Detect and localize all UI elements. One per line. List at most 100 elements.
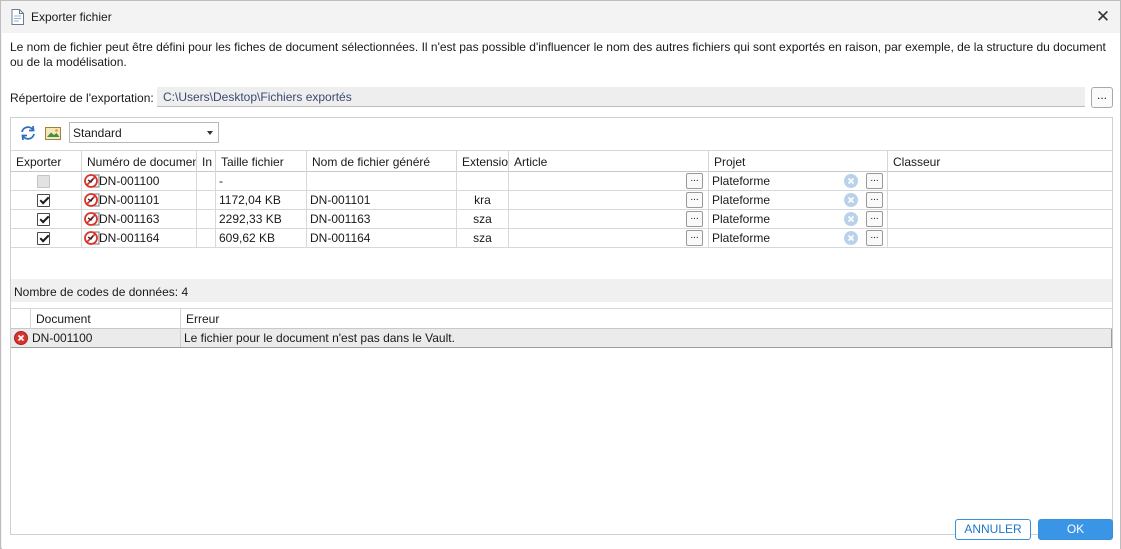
taille-cell: 609,62 KB (216, 229, 307, 247)
col-header-document[interactable]: Document (31, 309, 181, 329)
col-header-classeur[interactable]: Classeur (888, 151, 1112, 172)
classeur-cell[interactable] (888, 229, 1112, 247)
table-row[interactable]: DN-001164 609,62 KB DN-001164 sza ... Pl… (11, 229, 1112, 248)
article-cell[interactable]: ... (509, 172, 709, 190)
table-row[interactable]: DN-001163 2292,33 KB DN-001163 sza ... P… (11, 210, 1112, 229)
numero-text: DN-001164 (99, 231, 160, 245)
in-cell (197, 229, 216, 247)
col-header-article[interactable]: Article (509, 151, 709, 172)
ext-cell: sza (457, 229, 509, 247)
exporter-checkbox[interactable] (37, 175, 50, 188)
projet-browse-button[interactable]: ... (866, 192, 883, 208)
article-cell[interactable]: ... (509, 229, 709, 247)
projet-text: Plateforme (712, 174, 771, 188)
projet-cell[interactable]: Plateforme ... (709, 229, 888, 247)
blocked-document-icon (84, 231, 100, 245)
export-dir-field[interactable]: C:\Users\Desktop\Fichiers exportés (157, 87, 1085, 107)
clear-icon[interactable] (844, 174, 858, 188)
title-bar: Exporter fichier ✕ (1, 1, 1120, 33)
nom-cell[interactable]: DN-001101 (307, 191, 457, 209)
classeur-cell[interactable] (888, 191, 1112, 209)
cancel-button[interactable]: ANNULER (955, 519, 1031, 540)
error-icon (14, 331, 28, 345)
projet-text: Plateforme (712, 212, 771, 226)
col-header-status (11, 309, 31, 329)
error-row[interactable]: DN-001100 Le fichier pour le document n'… (11, 329, 1112, 348)
article-browse-button[interactable]: ... (686, 230, 703, 246)
taille-cell: 2292,33 KB (216, 210, 307, 228)
exporter-cell (11, 210, 82, 228)
numero-text: DN-001100 (99, 174, 160, 188)
ext-cell: sza (457, 210, 509, 228)
clear-icon[interactable] (844, 212, 858, 226)
numero-cell: DN-001163 (82, 210, 197, 228)
projet-cell[interactable]: Plateforme ... (709, 191, 888, 209)
image-view-icon[interactable] (44, 124, 62, 142)
exporter-checkbox[interactable] (37, 194, 50, 207)
nom-cell[interactable] (307, 172, 457, 190)
projet-browse-button[interactable]: ... (866, 230, 883, 246)
col-header-numero[interactable]: Numéro de document (82, 151, 197, 172)
view-select-value: Standard (73, 126, 122, 140)
taille-cell: 1172,04 KB (216, 191, 307, 209)
projet-cell[interactable]: Plateforme ... (709, 210, 888, 228)
classeur-cell[interactable] (888, 172, 1112, 190)
description-text: Le nom de fichier peut être défini pour … (10, 40, 1106, 69)
article-browse-button[interactable]: ... (686, 211, 703, 227)
col-header-extension[interactable]: Extension (457, 151, 509, 172)
exporter-cell (11, 172, 82, 190)
error-message-cell: Le fichier pour le document n'est pas da… (184, 331, 455, 345)
dialog-content: Le nom de fichier peut être défini pour … (2, 33, 1120, 549)
nom-cell[interactable]: DN-001164 (307, 229, 457, 247)
projet-cell[interactable]: Plateforme ... (709, 172, 888, 190)
ext-cell (457, 172, 509, 190)
col-header-erreur[interactable]: Erreur (181, 309, 1112, 329)
close-button[interactable]: ✕ (1090, 5, 1116, 29)
col-header-projet[interactable]: Projet (709, 151, 888, 172)
numero-text: DN-001101 (99, 193, 160, 207)
clear-icon[interactable] (844, 193, 858, 207)
errors-header: Document Erreur (11, 308, 1112, 329)
blocked-document-icon (84, 174, 100, 188)
chevron-down-icon (207, 131, 213, 135)
error-document-cell: DN-001100 (29, 329, 181, 347)
in-cell (197, 172, 216, 190)
document-icon (11, 9, 24, 25)
numero-cell: DN-001100 (82, 172, 197, 190)
dialog-title: Exporter fichier (31, 10, 112, 24)
clear-icon[interactable] (844, 231, 858, 245)
grid-header: Exporter Numéro de document In Taille fi… (11, 150, 1112, 172)
exporter-checkbox[interactable] (37, 232, 50, 245)
refresh-arrows-icon[interactable] (19, 124, 37, 142)
article-browse-button[interactable]: ... (686, 173, 703, 189)
nom-cell[interactable]: DN-001163 (307, 210, 457, 228)
col-header-in[interactable]: In (197, 151, 216, 172)
exporter-cell (11, 191, 82, 209)
projet-browse-button[interactable]: ... (866, 173, 883, 189)
export-dir-label: Répertoire de l'exportation: (10, 91, 154, 105)
article-cell[interactable]: ... (509, 210, 709, 228)
article-browse-button[interactable]: ... (686, 192, 703, 208)
taille-cell: - (216, 172, 307, 190)
projet-browse-button[interactable]: ... (866, 211, 883, 227)
col-header-taille[interactable]: Taille fichier (216, 151, 307, 172)
exporter-checkbox[interactable] (37, 213, 50, 226)
projet-text: Plateforme (712, 193, 771, 207)
ext-cell: kra (457, 191, 509, 209)
export-dialog: Exporter fichier ✕ Le nom de fichier peu… (0, 0, 1121, 549)
view-select[interactable]: Standard (69, 122, 219, 143)
table-row[interactable]: DN-001101 1172,04 KB DN-001101 kra ... P… (11, 191, 1112, 210)
article-cell[interactable]: ... (509, 191, 709, 209)
exporter-cell (11, 229, 82, 247)
blocked-document-icon (84, 193, 100, 207)
col-header-nom[interactable]: Nom de fichier généré (307, 151, 457, 172)
col-header-exporter[interactable]: Exporter (11, 151, 82, 172)
table-row[interactable]: DN-001100 - ... Plateforme ... (11, 172, 1112, 191)
ok-button[interactable]: OK (1038, 519, 1113, 540)
numero-cell: DN-001164 (82, 229, 197, 247)
errors-grid: Document Erreur DN-001100 Le fichier pou… (11, 308, 1112, 348)
classeur-cell[interactable] (888, 210, 1112, 228)
documents-grid: Exporter Numéro de document In Taille fi… (11, 150, 1112, 248)
browse-button[interactable]: ... (1091, 87, 1113, 108)
numero-text: DN-001163 (99, 212, 160, 226)
